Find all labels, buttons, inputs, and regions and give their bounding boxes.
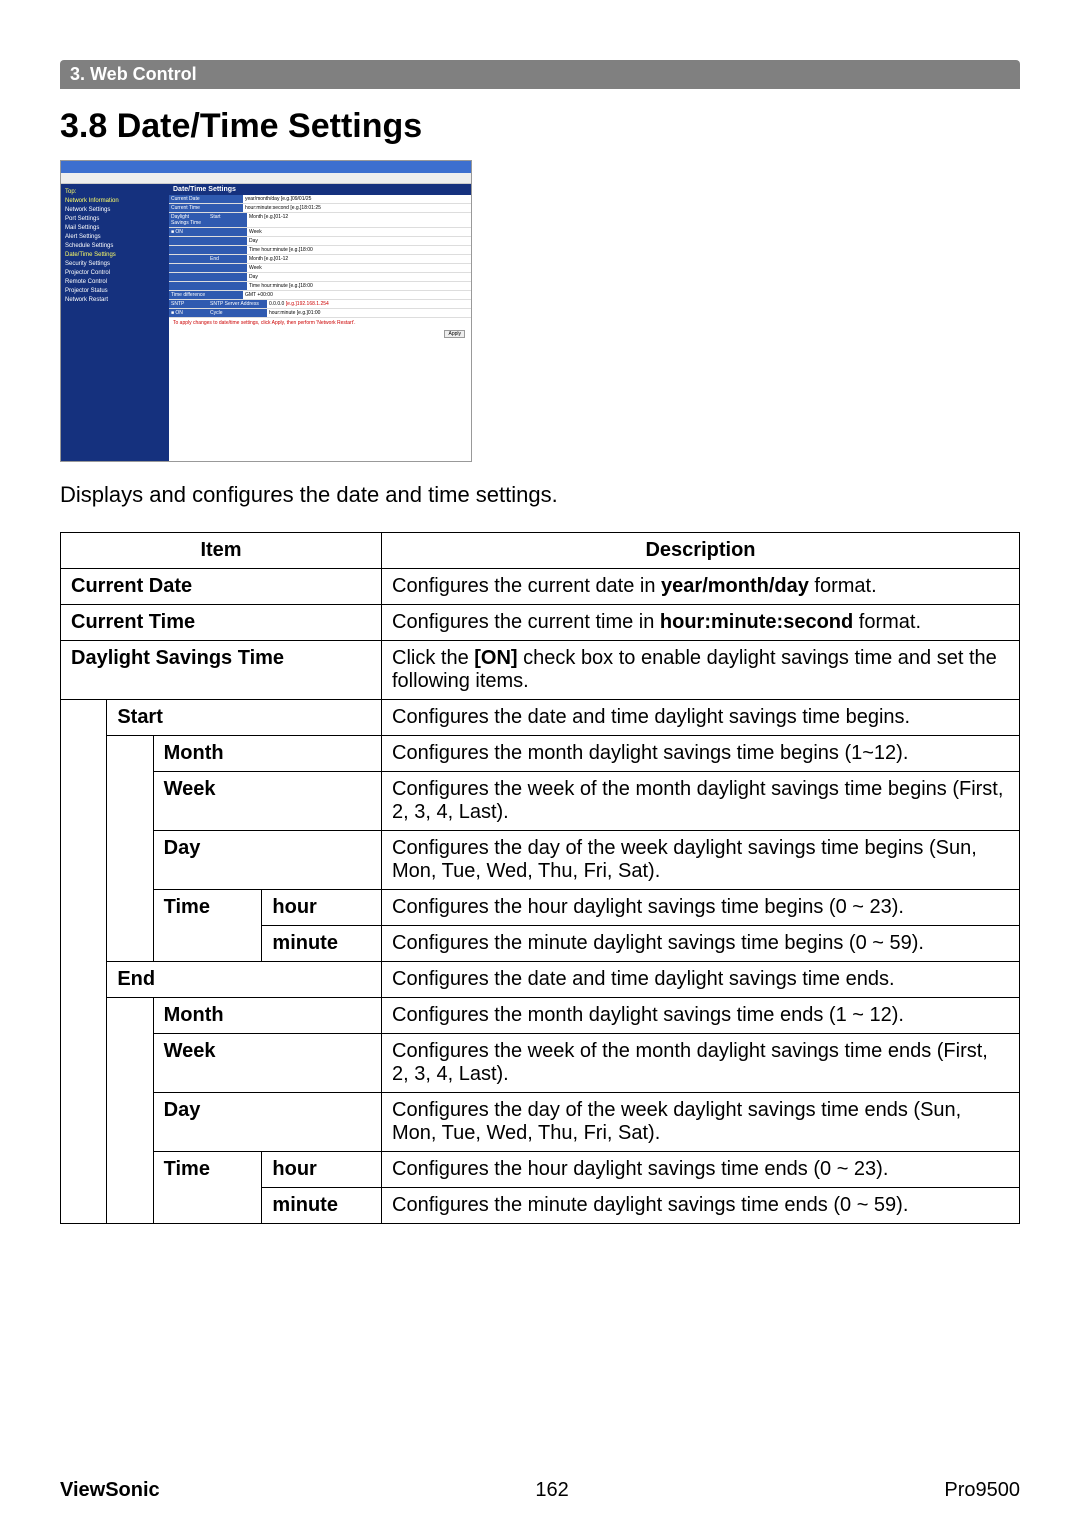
sidebar-item: Security Settings (65, 260, 165, 269)
footer-model: Pro9500 (944, 1479, 1020, 1502)
row-start-hour: Time hour Configures the hour daylight s… (61, 890, 1020, 926)
row-start: Start Configures the date and time dayli… (61, 700, 1020, 736)
ss-timediff: Time difference (169, 291, 243, 299)
sidebar-item: Network Restart (65, 296, 165, 305)
sidebar-netinfo: Network Information (65, 197, 165, 206)
row-end-day: Day Configures the day of the week dayli… (61, 1093, 1020, 1152)
page-heading: 3.8 Date/Time Settings (60, 107, 1020, 146)
row-end-month: Month Configures the month daylight savi… (61, 998, 1020, 1034)
row-start-month: Month Configures the month daylight savi… (61, 736, 1020, 772)
intro-text: Displays and configures the date and tim… (60, 482, 1020, 508)
ss-on: ■ ON (169, 228, 208, 236)
sidebar-top: Top: (65, 188, 165, 197)
sidebar-item: Projector Control (65, 269, 165, 278)
footer-brand: ViewSonic (60, 1479, 160, 1502)
settings-screenshot: Top: Network Information Network Setting… (60, 160, 472, 462)
sidebar-item: Mail Settings (65, 224, 165, 233)
page-footer: ViewSonic 162 Pro9500 (60, 1479, 1020, 1502)
row-start-day: Day Configures the day of the week dayli… (61, 831, 1020, 890)
th-description: Description (382, 533, 1020, 569)
row-end: End Configures the date and time dayligh… (61, 962, 1020, 998)
ss-sntp: SNTP (169, 300, 208, 308)
th-item: Item (61, 533, 382, 569)
row-current-date: Current Date Configures the current date… (61, 569, 1020, 605)
sidebar-item: Date/Time Settings (65, 251, 165, 260)
sidebar-item: Alert Settings (65, 233, 165, 242)
row-dst: Daylight Savings Time Click the [ON] che… (61, 641, 1020, 700)
sidebar-item: Projector Status (65, 287, 165, 296)
row-end-hour: Time hour Configures the hour daylight s… (61, 1152, 1020, 1188)
screenshot-panel-title: Date/Time Settings (169, 184, 471, 195)
ss-note: To apply changes to date/time settings, … (169, 318, 471, 328)
footer-page: 162 (535, 1479, 568, 1502)
section-bar: 3. Web Control (60, 60, 1020, 89)
ss-apply-button[interactable]: Apply (444, 330, 465, 338)
row-current-time: Current Time Configures the current time… (61, 605, 1020, 641)
sidebar-item: Port Settings (65, 215, 165, 224)
description-table: Item Description Current Date Configures… (60, 532, 1020, 1224)
row-end-week: Week Configures the week of the month da… (61, 1034, 1020, 1093)
sidebar-item: Schedule Settings (65, 242, 165, 251)
ss-dst: Daylight Savings Time (169, 213, 208, 227)
sidebar-item: Remote Control (65, 278, 165, 287)
ss-current-time: Current Time (169, 204, 243, 212)
ss-current-date: Current Date (169, 195, 243, 203)
screenshot-sidebar: Top: Network Information Network Setting… (61, 184, 169, 462)
sidebar-item: Network Settings (65, 206, 165, 215)
row-start-week: Week Configures the week of the month da… (61, 772, 1020, 831)
